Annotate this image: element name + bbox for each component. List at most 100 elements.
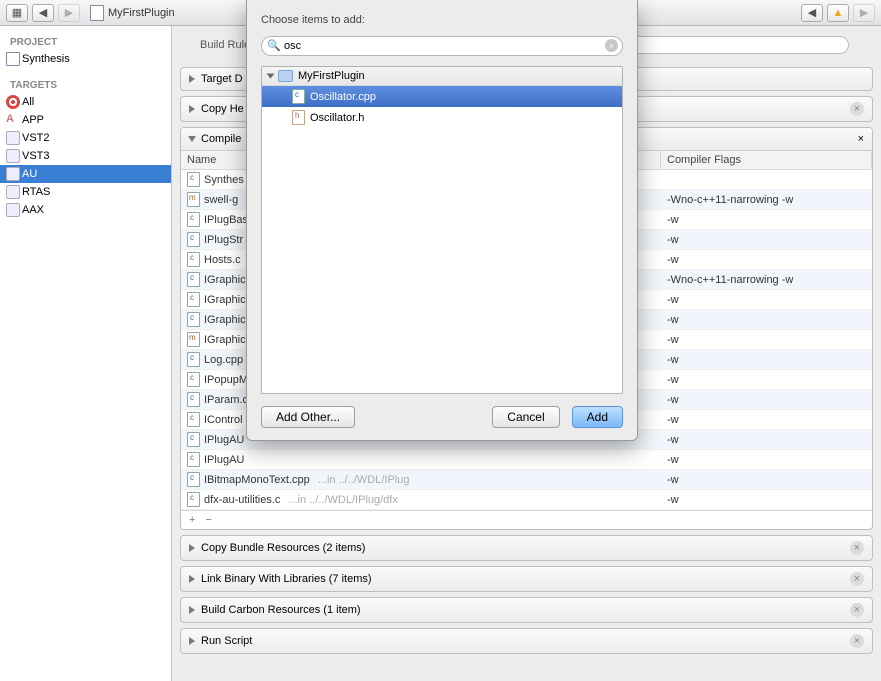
compiler-flags[interactable]: -w	[661, 410, 872, 429]
section-run-script[interactable]: Run Script ×	[180, 628, 873, 654]
filter-field[interactable]	[629, 36, 849, 54]
remove-phase-button[interactable]: ×	[858, 133, 864, 145]
plugin-icon	[6, 131, 20, 145]
file-name: Synthes	[204, 174, 244, 186]
add-file-button[interactable]: +	[189, 514, 195, 526]
target-item-aax[interactable]: AAX	[0, 201, 171, 219]
compiler-flags[interactable]: -w	[661, 230, 872, 249]
target-item-all[interactable]: All	[0, 93, 171, 111]
nav-forward-button[interactable]: ▶	[58, 4, 80, 22]
disclosure-icon	[189, 606, 195, 614]
target-item-vst2[interactable]: VST2	[0, 129, 171, 147]
compiler-flags[interactable]: -w	[661, 310, 872, 329]
cpp-file-icon	[292, 89, 305, 104]
file-name: IGraphic	[204, 334, 246, 346]
disclosure-icon	[189, 544, 195, 552]
compiler-flags[interactable]: -w	[661, 330, 872, 349]
breadcrumb[interactable]: MyFirstPlugin	[90, 5, 175, 21]
remove-file-button[interactable]: −	[205, 514, 211, 526]
compiler-flags[interactable]: -w	[661, 290, 872, 309]
cancel-button[interactable]: Cancel	[492, 406, 559, 428]
add-other-button[interactable]: Add Other...	[261, 406, 355, 428]
target-label: All	[22, 96, 34, 108]
compiler-flags[interactable]: -w	[661, 490, 872, 509]
nav-forward-right-button[interactable]: ▶	[853, 4, 875, 22]
disclosure-icon	[189, 575, 195, 583]
table-row[interactable]: IPlugAU-w	[181, 450, 872, 470]
section-build-carbon[interactable]: Build Carbon Resources (1 item) ×	[180, 597, 873, 623]
project-icon	[90, 5, 104, 21]
cpp-file-icon	[187, 372, 200, 387]
tree-file-row[interactable]: Oscillator.cpp	[262, 86, 622, 107]
file-name: IBitmapMonoText.cpp	[204, 474, 310, 486]
compiler-flags[interactable]: -w	[661, 370, 872, 389]
target-label: VST2	[22, 132, 50, 144]
file-name: dfx-au-utilities.c	[204, 494, 280, 506]
target-label: VST3	[22, 150, 50, 162]
remove-phase-button[interactable]: ×	[850, 603, 864, 617]
project-heading: PROJECT	[0, 33, 171, 50]
clear-search-button[interactable]: ×	[605, 39, 618, 52]
file-name: Hosts.c	[204, 254, 241, 266]
remove-phase-button[interactable]: ×	[850, 541, 864, 555]
section-copy-bundle[interactable]: Copy Bundle Resources (2 items) ×	[180, 535, 873, 561]
nav-back-right-button[interactable]: ◀	[801, 4, 823, 22]
compiler-flags[interactable]: -Wno-c++11-narrowing -w	[661, 270, 872, 289]
section-label: Copy He	[201, 103, 244, 115]
remove-phase-button[interactable]: ×	[850, 102, 864, 116]
project-item[interactable]: Synthesis	[0, 50, 171, 68]
target-item-au[interactable]: AU	[0, 165, 171, 183]
compiler-flags[interactable]: -w	[661, 430, 872, 449]
cpp-file-icon	[187, 392, 200, 407]
target-label: APP	[22, 114, 44, 126]
table-footer: + −	[181, 510, 872, 529]
panel-toggle-button[interactable]: ▦	[6, 4, 28, 22]
file-path: ...in ../../WDL/IPlug	[318, 474, 410, 486]
tree-project-label: MyFirstPlugin	[298, 70, 365, 82]
search-field-wrap: 🔍 ×	[261, 36, 623, 56]
add-button[interactable]: Add	[572, 406, 623, 428]
table-row[interactable]: dfx-au-utilities.c ...in ../../WDL/IPlug/…	[181, 490, 872, 510]
tree-file-label: Oscillator.h	[310, 112, 364, 124]
tree-project-row[interactable]: MyFirstPlugin	[262, 67, 622, 86]
header-file-icon	[292, 110, 305, 125]
file-name: IPopupM	[204, 374, 248, 386]
file-name: swell-g	[204, 194, 238, 206]
nav-back-button[interactable]: ◀	[32, 4, 54, 22]
file-tree[interactable]: MyFirstPlugin Oscillator.cpp Oscillator.h	[261, 66, 623, 394]
tree-file-row[interactable]: Oscillator.h	[262, 107, 622, 128]
target-item-vst3[interactable]: VST3	[0, 147, 171, 165]
file-name: IPlugStr	[204, 234, 243, 246]
target-label: AU	[22, 168, 37, 180]
compiler-flags[interactable]: -w	[661, 350, 872, 369]
file-name: IPlugAU	[204, 434, 244, 446]
compiler-flags[interactable]: -w	[661, 210, 872, 229]
target-item-rtas[interactable]: RTAS	[0, 183, 171, 201]
targets-heading: TARGETS	[0, 76, 171, 93]
compiler-flags[interactable]: -w	[661, 450, 872, 469]
target-label: RTAS	[22, 186, 50, 198]
target-item-app[interactable]: AAPP	[0, 111, 171, 129]
compiler-flags[interactable]: -w	[661, 390, 872, 409]
target-all-icon	[6, 95, 20, 109]
compiler-flags[interactable]: -w	[661, 470, 872, 489]
remove-phase-button[interactable]: ×	[850, 634, 864, 648]
section-link-binary[interactable]: Link Binary With Libraries (7 items) ×	[180, 566, 873, 592]
column-flags[interactable]: Compiler Flags	[661, 151, 872, 169]
file-name: IGraphic	[204, 274, 246, 286]
file-path: ...in ../../WDL/IPlug/dfx	[288, 494, 397, 506]
compiler-flags[interactable]: -Wno-c++11-narrowing -w	[661, 190, 872, 209]
warnings-button[interactable]: ▲	[827, 4, 849, 22]
section-label: Target D	[201, 73, 243, 85]
section-label: Run Script	[201, 635, 252, 647]
compiler-flags[interactable]: -w	[661, 250, 872, 269]
plugin-icon	[6, 149, 20, 163]
objc-file-icon	[187, 192, 200, 207]
disclosure-icon	[189, 105, 195, 113]
table-row[interactable]: IBitmapMonoText.cpp ...in ../../WDL/IPlug…	[181, 470, 872, 490]
cpp-file-icon	[187, 312, 200, 327]
disclosure-icon	[189, 637, 195, 645]
remove-phase-button[interactable]: ×	[850, 572, 864, 586]
search-input[interactable]	[261, 36, 623, 56]
compiler-flags[interactable]	[661, 170, 872, 189]
